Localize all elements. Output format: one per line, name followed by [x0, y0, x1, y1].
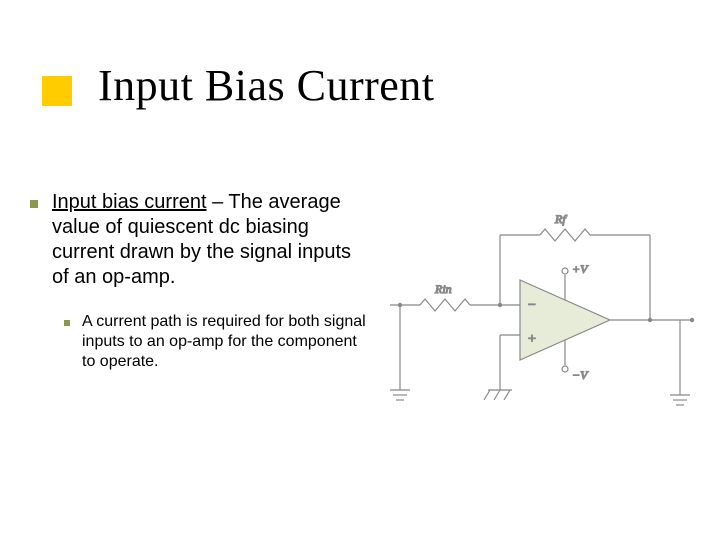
slide-title: Input Bias Current	[98, 60, 435, 111]
label-minus-v: −V	[572, 368, 589, 382]
main-bullet: Input bias current – The average value o…	[30, 190, 370, 290]
label-rin: Rin	[434, 282, 452, 296]
term: Input bias current	[52, 191, 207, 213]
label-plus-v: +V	[572, 262, 589, 276]
bullet-icon	[30, 200, 38, 208]
opamp-circuit-figure: Rin Rf − + +V −V	[390, 195, 700, 425]
label-minus: −	[528, 298, 536, 313]
main-bullet-text: Input bias current – The average value o…	[52, 190, 370, 290]
label-rf: Rf	[554, 212, 567, 226]
body-column: Input bias current – The average value o…	[30, 190, 370, 372]
sub-bullet-text: A current path is required for both sign…	[82, 312, 370, 372]
sub-bullet: A current path is required for both sign…	[64, 312, 370, 372]
accent-box	[42, 76, 72, 106]
bullet-icon	[64, 320, 70, 326]
label-plus: +	[528, 332, 536, 347]
